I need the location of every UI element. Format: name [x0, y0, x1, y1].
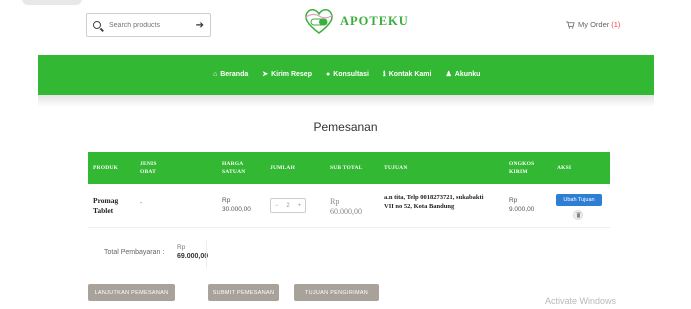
- ongkos-currency: Rp: [509, 197, 518, 204]
- activate-windows-watermark: Activate Windows: [545, 296, 617, 306]
- delete-button[interactable]: [573, 210, 583, 220]
- qty-minus-button[interactable]: −: [275, 203, 279, 209]
- col-header-tujuan: TUJUAN: [384, 165, 408, 171]
- home-icon: ⌂: [213, 70, 218, 78]
- col-header-jumlah: JUMLAH: [270, 165, 296, 171]
- info-icon: ℹ: [383, 71, 386, 78]
- header-shadow-band: [38, 95, 654, 107]
- quantity-stepper[interactable]: − 2 +: [270, 198, 306, 213]
- col-header-sub-total: SUB TOTAL: [330, 165, 363, 171]
- sub-value: 60.000,00: [330, 207, 362, 216]
- arrow-right-icon[interactable]: ➔: [196, 20, 204, 31]
- col-header-ongkos-kirim: ONGKOS KIRIM: [509, 161, 535, 175]
- top-tab: [22, 0, 82, 5]
- lanjutkan-pemesanan-button[interactable]: LANJUTKAN PEMESANAN: [88, 284, 175, 301]
- nav-item-beranda[interactable]: ⌂ Beranda: [213, 70, 248, 78]
- cell-produk: Promag Tablet: [93, 196, 119, 215]
- total-currency: Rp: [177, 244, 186, 251]
- divider: [206, 240, 207, 268]
- nav-label: Konsultasi: [333, 70, 370, 78]
- search-box[interactable]: ➔: [86, 13, 211, 37]
- harga-value: 30.000,00: [222, 206, 251, 213]
- main-navbar: ⌂ Beranda ➤ Kirim Resep ● Konsultasi ℹ Konta…: [38, 55, 654, 95]
- qty-plus-button[interactable]: +: [298, 203, 302, 209]
- table-row: Promag Tablet - Rp 30.000,00 − 2 + Rp 60…: [88, 184, 610, 228]
- cell-ongkos-kirim: Rp 9.000,00: [509, 196, 534, 214]
- send-icon: ➤: [262, 71, 269, 78]
- sub-currency: Rp: [330, 197, 340, 206]
- nav-item-kirim-resep[interactable]: ➤ Kirim Resep: [262, 70, 312, 79]
- search-icon: [93, 21, 101, 29]
- heart-pill-logo-icon: [304, 9, 334, 34]
- cell-jenis-obat: -: [140, 200, 143, 207]
- trash-icon: [576, 212, 580, 218]
- cart-icon: [566, 20, 575, 29]
- search-input[interactable]: [109, 21, 189, 29]
- harga-currency: Rp: [222, 197, 231, 204]
- cell-tujuan: a.n tita, Telp 0018273721, sukabakti VII…: [384, 194, 484, 210]
- total-payment: Total Pembayaran : Rp 69.000,00: [88, 240, 218, 268]
- action-bar: LANJUTKAN PEMESANAN SUBMIT PEMESANAN TUJ…: [88, 284, 379, 301]
- nav-label: Akunku: [454, 70, 481, 78]
- total-label: Total Pembayaran :: [104, 249, 165, 256]
- top-strip: [0, 0, 691, 5]
- chat-icon: ●: [325, 70, 331, 78]
- nav-label: Kontak Kami: [388, 70, 432, 78]
- ubah-tujuan-button[interactable]: Ubah Tujuan: [556, 194, 602, 206]
- my-order-label: My Order: [578, 20, 610, 29]
- brand-logo[interactable]: APOTEKU: [302, 6, 409, 36]
- col-header-harga-satuan: HARGA SATUAN: [222, 161, 246, 175]
- col-header-aksi: AKSI: [557, 165, 572, 171]
- user-icon: ♟: [445, 71, 452, 78]
- nav-item-konsultasi[interactable]: ● Konsultasi: [326, 70, 369, 78]
- col-header-produk: PRODUK: [93, 165, 119, 171]
- page-title: Pemesanan: [313, 120, 378, 134]
- col-header-jenis-obat: JENIS OBAT: [140, 161, 157, 175]
- nav-item-kontak-kami[interactable]: ℹ Kontak Kami: [383, 70, 432, 79]
- total-value: 69.000,00: [177, 253, 209, 260]
- order-table: PRODUK JENIS OBAT HARGA SATUAN JUMLAH SU…: [88, 152, 610, 228]
- nav-item-akunku[interactable]: ♟ Akunku: [445, 70, 481, 79]
- my-order-count: (1): [611, 20, 621, 29]
- submit-pemesanan-button[interactable]: SUBMIT PEMESANAN: [208, 284, 279, 301]
- cell-sub-total: Rp 60.000,00: [330, 197, 362, 217]
- table-header: PRODUK JENIS OBAT HARGA SATUAN JUMLAH SU…: [88, 152, 610, 184]
- nav-label: Beranda: [220, 70, 249, 78]
- brand-name: APOTEKU: [340, 13, 409, 28]
- cell-harga-satuan: Rp 30.000,00: [222, 196, 251, 214]
- ongkos-value: 9.000,00: [509, 206, 535, 213]
- tujuan-pengiriman-button[interactable]: TUJUAN PENGIRIMAN: [294, 284, 379, 301]
- nav-label: Kirim Resep: [271, 70, 312, 78]
- my-order-link[interactable]: My Order (1): [566, 20, 620, 29]
- qty-value[interactable]: 2: [286, 203, 289, 209]
